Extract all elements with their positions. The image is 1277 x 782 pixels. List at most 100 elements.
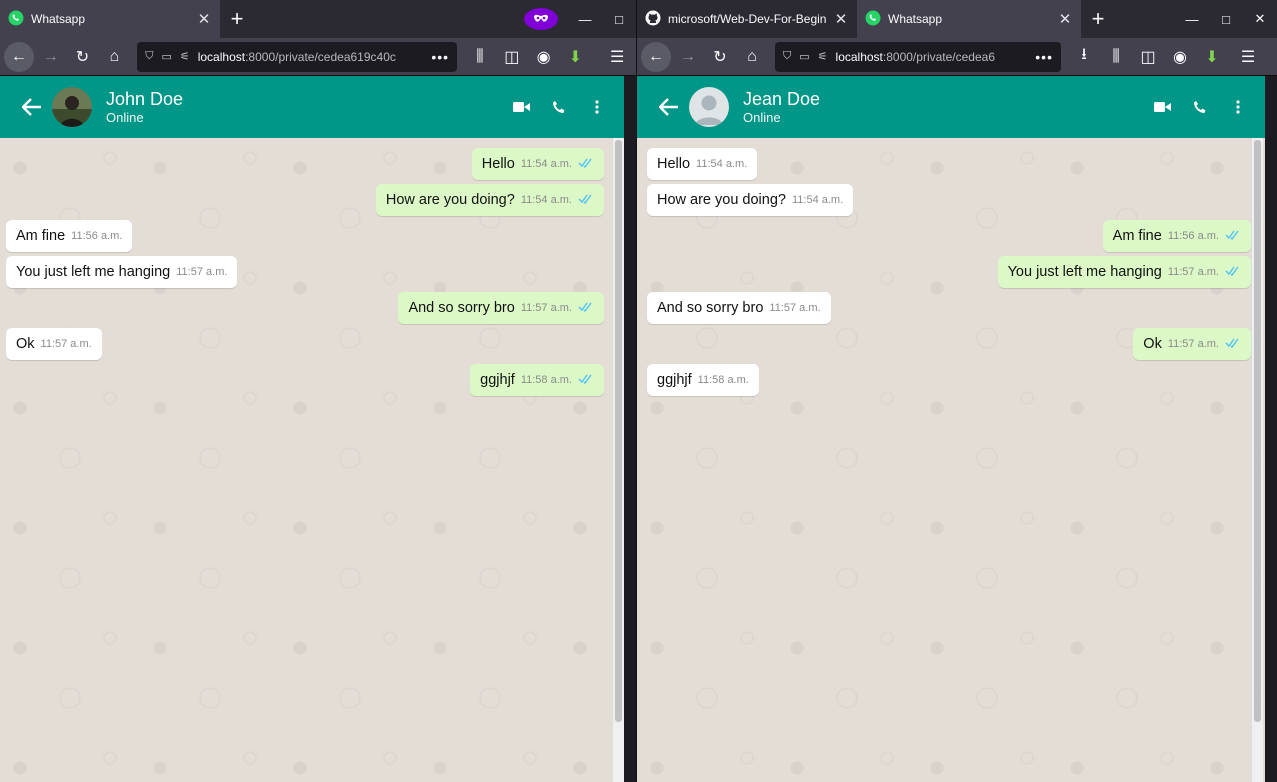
maximize-icon[interactable]: □: [602, 12, 636, 27]
arrow-back-icon[interactable]: [655, 93, 683, 121]
tab-github[interactable]: microsoft/Web-Dev-For-Beginners ✕: [637, 0, 857, 38]
message-row: Ok 11:57 a.m.: [647, 328, 1251, 364]
kebab-icon[interactable]: [588, 98, 606, 116]
tab-title: microsoft/Web-Dev-For-Beginners: [668, 12, 826, 26]
incoming-message[interactable]: Hello 11:54 a.m.: [647, 148, 758, 180]
forward-icon[interactable]: →: [673, 42, 703, 72]
incoming-message[interactable]: You just left me hanging 11:57 a.m.: [6, 256, 238, 288]
forward-icon[interactable]: →: [36, 42, 66, 72]
arrow-back-icon[interactable]: [18, 93, 46, 121]
message-text: Hello: [657, 156, 691, 172]
phone-icon[interactable]: [1191, 98, 1209, 116]
whatsapp-icon: [8, 10, 24, 29]
message-text: ggjhjf: [657, 372, 692, 388]
message-text: Ok: [1143, 336, 1162, 352]
scrollbar[interactable]: [612, 138, 624, 782]
chat-header: Jean Doe Online: [637, 76, 1265, 138]
close-icon[interactable]: ✕: [196, 10, 212, 28]
tab-whatsapp[interactable]: Whatsapp ✕: [857, 0, 1081, 38]
double-tick-icon: [578, 301, 594, 315]
outgoing-message[interactable]: You just left me hanging 11:57 a.m.: [997, 256, 1251, 288]
account-icon[interactable]: ◉: [1165, 42, 1195, 72]
reload-icon[interactable]: ↻: [68, 42, 98, 72]
incoming-message[interactable]: Ok 11:57 a.m.: [6, 328, 102, 360]
message-time: 11:57 a.m.: [1167, 266, 1219, 278]
scrollbar-thumb[interactable]: [1254, 140, 1261, 722]
phone-icon[interactable]: [550, 98, 568, 116]
minimize-icon[interactable]: —: [1175, 12, 1209, 27]
page-icon: ▭: [799, 51, 810, 63]
sidebar-icon[interactable]: ◫: [497, 42, 527, 72]
library-icon[interactable]: ⫼: [465, 42, 495, 72]
message-time: 11:54 a.m.: [791, 194, 844, 206]
message-text: You just left me hanging: [1007, 264, 1162, 280]
reload-icon[interactable]: ↻: [705, 42, 735, 72]
scrollbar[interactable]: [1251, 138, 1263, 782]
scrollbar-thumb[interactable]: [615, 140, 622, 722]
double-tick-icon: [1225, 229, 1241, 243]
whatsapp-icon: [865, 10, 881, 29]
tab-title: Whatsapp: [888, 12, 943, 26]
close-icon[interactable]: ✕: [1057, 10, 1073, 28]
chat-header: John Doe Online: [0, 76, 624, 138]
outgoing-message[interactable]: Am fine 11:56 a.m.: [1102, 220, 1251, 252]
avatar[interactable]: [52, 87, 92, 127]
home-icon[interactable]: ⌂: [99, 42, 129, 72]
double-tick-icon: [578, 193, 594, 207]
new-tab-button[interactable]: +: [220, 0, 254, 38]
new-tab-button[interactable]: +: [1081, 0, 1115, 38]
outgoing-message[interactable]: How are you doing? 11:54 a.m.: [375, 184, 604, 216]
message-time: 11:54 a.m.: [520, 194, 572, 206]
outgoing-message[interactable]: Ok 11:57 a.m.: [1133, 328, 1251, 360]
message-time: 11:54 a.m.: [520, 158, 572, 170]
incoming-message[interactable]: How are you doing? 11:54 a.m.: [647, 184, 854, 216]
outgoing-message[interactable]: And so sorry bro 11:57 a.m.: [398, 292, 604, 324]
video-icon[interactable]: [512, 98, 530, 116]
close-icon[interactable]: ✕: [833, 10, 849, 28]
incoming-message[interactable]: And so sorry bro 11:57 a.m.: [647, 292, 831, 324]
home-icon[interactable]: ⌂: [737, 42, 767, 72]
url-path: :8000/private/cedea619c40c: [245, 49, 396, 64]
incoming-message[interactable]: Am fine 11:56 a.m.: [6, 220, 133, 252]
back-icon[interactable]: ←: [4, 41, 34, 72]
download-icon[interactable]: ⭳: [1069, 42, 1099, 72]
shield-icon: ⛉: [783, 50, 792, 62]
maximize-icon[interactable]: □: [1209, 12, 1243, 27]
outgoing-message[interactable]: ggjhjf 11:58 a.m.: [470, 364, 604, 396]
contact-info: Jean Doe Online: [743, 89, 820, 125]
avatar[interactable]: [689, 87, 729, 127]
message-row: Am fine 11:56 a.m.: [6, 220, 604, 256]
message-text: And so sorry bro: [657, 300, 764, 316]
kebab-icon[interactable]: [1229, 98, 1247, 116]
incoming-message[interactable]: ggjhjf 11:58 a.m.: [647, 364, 759, 396]
download-icon[interactable]: ⬇: [1197, 42, 1227, 72]
message-row: You just left me hanging 11:57 a.m.: [6, 256, 604, 292]
message-text: ggjhjf: [480, 372, 515, 388]
message-time: 11:56 a.m.: [1167, 230, 1219, 242]
tab-strip: Whatsapp ✕ + — □: [0, 0, 636, 38]
message-time: 11:57 a.m.: [1167, 338, 1219, 350]
library-icon[interactable]: ⫼: [1101, 42, 1131, 72]
address-bar[interactable]: ⛉ ▭ ⚟ localhost:8000/private/cedea619c40…: [137, 41, 458, 72]
message-row: Ok 11:57 a.m.: [6, 328, 604, 364]
nav-toolbar: ← → ↻ ⌂ ⛉ ▭ ⚟ localhost:8000/private/ced…: [637, 38, 1277, 76]
address-bar[interactable]: ⛉ ▭ ⚟ localhost:8000/private/cedea6 •••: [775, 41, 1061, 72]
private-mask-icon: [524, 8, 558, 30]
plus-icon: +: [230, 6, 244, 31]
account-icon[interactable]: ◉: [529, 42, 559, 72]
more-icon[interactable]: •••: [1035, 49, 1053, 65]
menu-icon[interactable]: ☰: [602, 42, 632, 72]
outgoing-message[interactable]: Hello 11:54 a.m.: [471, 148, 604, 180]
minimize-icon[interactable]: —: [568, 12, 602, 27]
header-actions: [512, 98, 606, 116]
video-icon[interactable]: [1153, 98, 1171, 116]
close-icon[interactable]: ✕: [1243, 11, 1277, 27]
tab-whatsapp[interactable]: Whatsapp ✕: [0, 0, 220, 38]
back-icon[interactable]: ←: [641, 41, 671, 72]
page-icon: ▭: [161, 51, 172, 63]
whatsapp-app: John Doe Online Hello 11:54 a.m. How are y…: [0, 76, 624, 782]
sidebar-icon[interactable]: ◫: [1133, 42, 1163, 72]
more-icon[interactable]: •••: [431, 49, 449, 65]
menu-icon[interactable]: ☰: [1233, 42, 1263, 72]
download-icon[interactable]: ⬇: [560, 42, 590, 72]
